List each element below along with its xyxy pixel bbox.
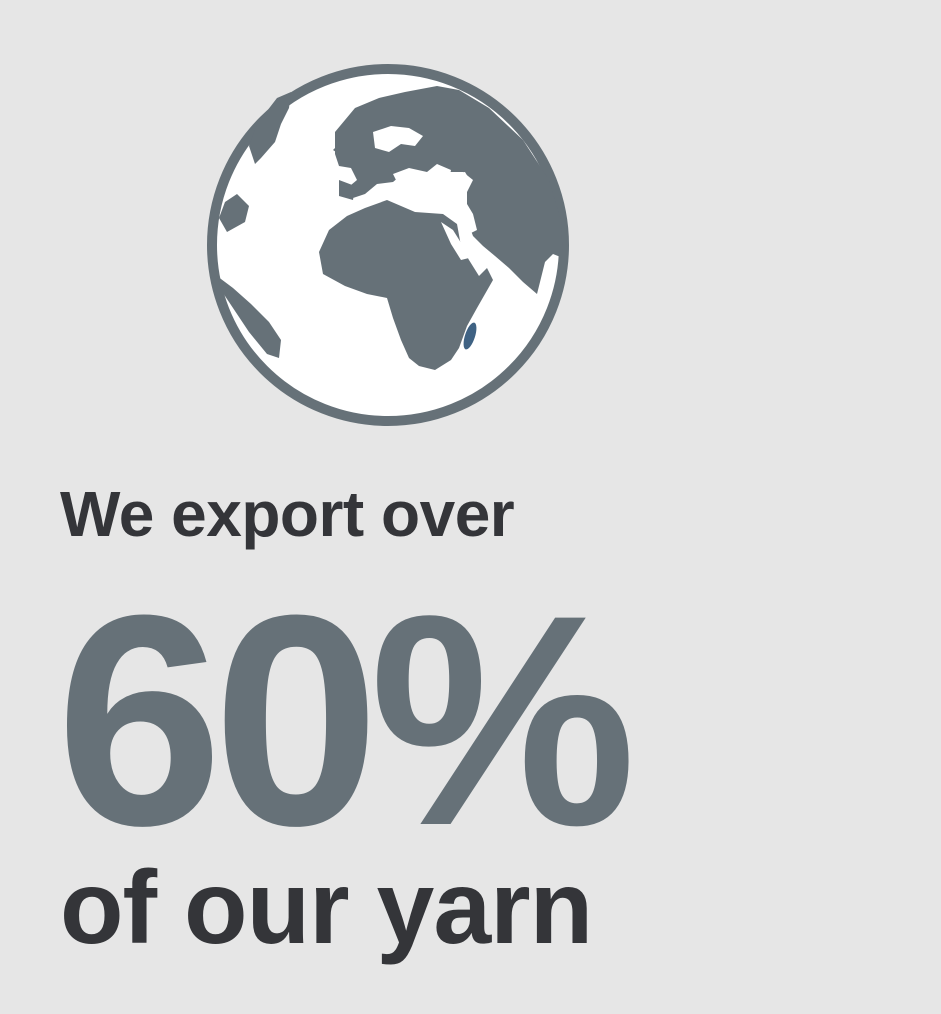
globe-icon (207, 64, 569, 426)
infographic: We export over 60% of our yarn (0, 0, 941, 1014)
headline-lead: We export over (60, 478, 515, 550)
headline-figure: 60% (56, 552, 636, 888)
headline-tail: of our yarn (60, 850, 593, 966)
